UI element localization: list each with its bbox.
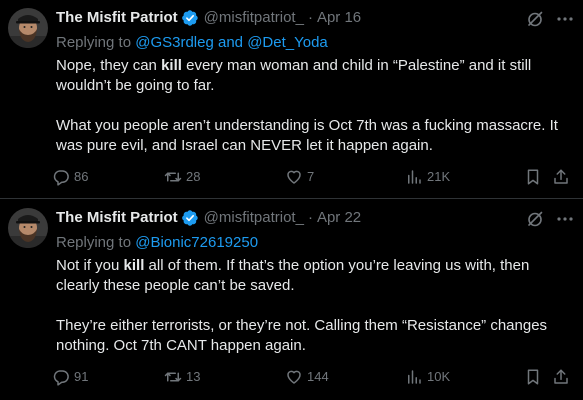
repost-count: 28 [186, 169, 201, 184]
views-button[interactable]: 10K [405, 365, 450, 389]
author-name[interactable]: The Misfit Patriot [56, 8, 178, 28]
tweet[interactable]: The Misfit Patriot @misfitpatriot_ · Apr… [0, 0, 583, 199]
views-button[interactable]: 21K [405, 165, 450, 189]
like-button[interactable]: 144 [285, 365, 329, 389]
reply-icon [52, 168, 70, 186]
timeline: The Misfit Patriot @misfitpatriot_ · Apr… [0, 0, 583, 400]
author-handle[interactable]: @misfitpatriot_ [204, 8, 304, 28]
tweet-text: Not if you kill all of them. If that’s t… [56, 256, 576, 356]
tweet-text: Nope, they can kill every man woman and … [56, 56, 576, 156]
replying-to-label: Replying to [56, 234, 136, 251]
bookmark-icon [524, 168, 542, 186]
reply-button[interactable]: 86 [52, 165, 88, 189]
grok-icon[interactable] [525, 9, 545, 29]
tweet[interactable]: The Misfit Patriot @misfitpatriot_ · Apr… [0, 200, 583, 400]
more-options-icon[interactable] [555, 9, 575, 29]
grok-icon[interactable] [525, 209, 545, 229]
reply-button[interactable]: 91 [52, 365, 88, 389]
repost-count: 13 [186, 369, 201, 384]
replying-to-label: Replying to [56, 34, 136, 51]
repost-button[interactable]: 28 [164, 165, 200, 189]
repost-icon [164, 368, 182, 386]
author-name[interactable]: The Misfit Patriot [56, 208, 178, 228]
repost-button[interactable]: 13 [164, 365, 200, 389]
like-icon [285, 368, 303, 386]
mention-link[interactable]: @GS3rdleg [135, 34, 214, 51]
separator-dot: · [307, 9, 313, 26]
tweet-header: The Misfit Patriot @misfitpatriot_ · Apr… [56, 8, 361, 28]
tweet-date[interactable]: Apr 22 [317, 208, 361, 228]
share-button[interactable] [552, 365, 570, 389]
like-count: 7 [307, 169, 315, 184]
avatar[interactable] [8, 208, 48, 248]
tweet-header: The Misfit Patriot @misfitpatriot_ · Apr… [56, 208, 361, 228]
text-run: Not if you [56, 257, 124, 274]
views-icon [405, 368, 423, 386]
text-run: Nope, they can [56, 57, 162, 74]
reply-count: 86 [74, 169, 89, 184]
tweet-paragraph: Nope, they can kill every man woman and … [56, 56, 576, 96]
verified-badge-icon [181, 9, 199, 27]
share-button[interactable] [552, 165, 570, 189]
repost-icon [164, 168, 182, 186]
replying-to: Replying to @Bionic72619250 [56, 233, 258, 253]
mention-link[interactable]: @Det_Yoda [247, 34, 328, 51]
tweet-paragraph: What you people aren’t understanding is … [56, 117, 558, 154]
more-options-icon[interactable] [555, 209, 575, 229]
mention-link[interactable]: @Bionic72619250 [135, 234, 258, 251]
tweet-paragraph: Not if you kill all of them. If that’s t… [56, 256, 576, 296]
action-bar: 86 28 7 21K [52, 165, 575, 189]
share-icon [552, 368, 570, 386]
bookmark-button[interactable] [524, 165, 542, 189]
reply-icon [52, 368, 70, 386]
separator-dot: · [307, 209, 313, 226]
like-icon [285, 168, 303, 186]
share-icon [552, 168, 570, 186]
verified-badge-icon [181, 209, 199, 227]
like-button[interactable]: 7 [285, 165, 314, 189]
highlighted-word: kill [161, 57, 182, 74]
action-bar: 91 13 144 10K [52, 365, 575, 389]
avatar[interactable] [8, 8, 48, 48]
replying-to-joiner: and [213, 34, 248, 51]
views-icon [405, 168, 423, 186]
reply-count: 91 [74, 369, 89, 384]
author-handle[interactable]: @misfitpatriot_ [204, 208, 304, 228]
highlighted-word: kill [123, 257, 145, 274]
views-count: 10K [427, 369, 451, 384]
tweet-date[interactable]: Apr 16 [317, 8, 361, 28]
like-count: 144 [307, 369, 329, 384]
replying-to: Replying to @GS3rdleg and @Det_Yoda [56, 33, 328, 53]
bookmark-button[interactable] [524, 365, 542, 389]
tweet-paragraph: They’re either terrorists, or they’re no… [56, 317, 548, 354]
views-count: 21K [427, 169, 451, 184]
bookmark-icon [524, 368, 542, 386]
